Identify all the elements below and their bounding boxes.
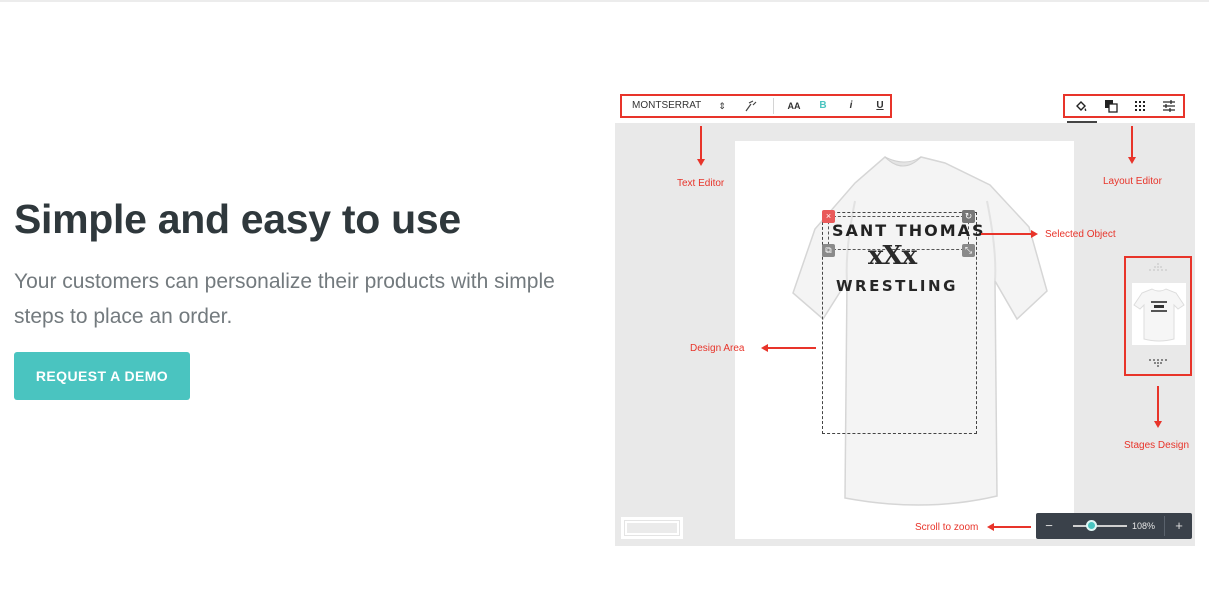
annotation-design-area: Design Area (690, 343, 745, 354)
layers-icon[interactable] (1104, 99, 1118, 113)
annotation-stages-design: Stages Design (1124, 440, 1190, 451)
zoom-divider (1164, 516, 1165, 536)
toolbar-separator (773, 98, 774, 114)
navigator-preview[interactable] (621, 517, 683, 539)
arrow-down-icon (697, 159, 705, 166)
print-text-line-1[interactable]: SANT THOMAS (832, 221, 986, 240)
paint-bucket-icon[interactable] (1075, 99, 1089, 113)
zoom-in-button[interactable]: + (1166, 513, 1192, 539)
annotation-line (993, 526, 1031, 528)
arrow-down-icon (1128, 157, 1136, 164)
print-text-line-3[interactable]: WRESTLING (836, 277, 958, 295)
zoom-slider-handle[interactable] (1086, 520, 1097, 531)
top-divider (0, 0, 1209, 2)
underline-button[interactable]: U (873, 96, 887, 116)
arrow-right-icon (1031, 230, 1038, 238)
grid-icon[interactable] (1133, 99, 1147, 113)
resize-handle-icon[interactable]: ⤡ (962, 244, 975, 257)
request-demo-button[interactable]: REQUEST A DEMO (14, 352, 190, 400)
hero-title: Simple and easy to use (14, 196, 461, 242)
annotation-line (1131, 126, 1133, 158)
annotation-line (981, 233, 1032, 235)
stage-down-icon[interactable] (1147, 358, 1169, 368)
hero-subtitle: Your customers can personalize their pro… (14, 270, 555, 328)
annotation-line (767, 347, 816, 349)
font-family-select[interactable]: MONTSERRAT (632, 96, 701, 116)
font-size-button[interactable]: AA (786, 96, 802, 116)
annotation-scroll-to-zoom: Scroll to zoom (915, 522, 979, 533)
annotation-line (1157, 386, 1159, 422)
annotation-layout-editor: Layout Editor (1103, 176, 1162, 187)
copy-handle-icon[interactable]: ⧉ (822, 244, 835, 257)
zoom-level: 108% (1132, 521, 1156, 531)
font-stepper-icon[interactable]: ⇕ (716, 96, 728, 116)
layout-editor-toolbar (1063, 94, 1185, 118)
annotation-text-editor: Text Editor (677, 178, 725, 189)
zoom-out-button[interactable]: − (1036, 513, 1062, 539)
text-editor-toolbar: MONTSERRAT ⇕ AA B i U (620, 94, 892, 118)
print-text-line-2[interactable]: xXx (868, 241, 917, 271)
arrow-down-icon (1154, 421, 1162, 428)
annotation-selected-object: Selected Object (1045, 229, 1116, 240)
stage-thumbnail[interactable] (1132, 283, 1186, 345)
italic-button[interactable]: i (844, 96, 858, 116)
zoom-control: − 108% + (1036, 513, 1192, 539)
text-curve-icon[interactable] (744, 99, 758, 113)
sliders-icon[interactable] (1162, 99, 1176, 113)
annotation-line (700, 126, 702, 160)
stage-up-icon[interactable] (1147, 262, 1169, 272)
bold-button[interactable]: B (816, 96, 830, 116)
stages-panel (1124, 256, 1192, 376)
zoom-slider-track[interactable] (1073, 525, 1127, 527)
active-tab-indicator (1067, 121, 1097, 123)
